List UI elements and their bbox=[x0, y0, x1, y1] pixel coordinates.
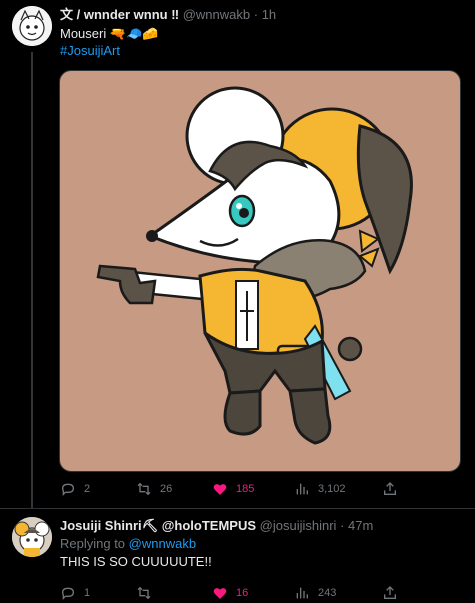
tweet-actions-bar: 2 26 185 3,102 bbox=[60, 480, 405, 498]
views-button[interactable]: 243 bbox=[294, 584, 336, 602]
display-name[interactable]: 文 / wnnder wnnu ‼ bbox=[60, 7, 179, 22]
reply-context: Replying to @wnnwakb bbox=[60, 535, 196, 552]
reply-button[interactable]: 2 bbox=[60, 480, 90, 498]
user-handle[interactable]: @josuijishinri bbox=[260, 518, 337, 533]
views-icon bbox=[296, 483, 308, 495]
display-name[interactable]: Josuiji Shinri⛏ @holoTEMPUS bbox=[60, 518, 256, 533]
replying-to-handle[interactable]: @wnnwakb bbox=[129, 536, 196, 551]
heart-icon bbox=[213, 484, 227, 495]
retweet-icon bbox=[137, 482, 151, 496]
tweet-main[interactable]: 文 / wnnder wnnu ‼ @wnnwakb · 1h Mouseri … bbox=[0, 0, 475, 508]
like-count: 185 bbox=[236, 483, 255, 495]
user-avatar[interactable] bbox=[12, 6, 52, 46]
heart-icon bbox=[213, 588, 227, 599]
tweet-text: Mouseri 🔫🧢🧀 bbox=[60, 26, 159, 41]
reply-count: 1 bbox=[84, 587, 91, 599]
tweet-text: THIS IS SO CUUUUUTE!! bbox=[60, 554, 212, 569]
views-button[interactable]: 3,102 bbox=[294, 480, 346, 498]
retweet-icon bbox=[137, 586, 151, 600]
separator-dot: · bbox=[253, 7, 259, 22]
separator-dot: · bbox=[340, 518, 345, 533]
thread-connector-line bbox=[31, 52, 33, 508]
like-button[interactable]: 185 bbox=[212, 480, 254, 498]
tweet-timestamp[interactable]: 47m bbox=[348, 518, 373, 533]
reply-icon bbox=[61, 587, 75, 600]
share-button[interactable] bbox=[382, 480, 398, 498]
tweet-timestamp[interactable]: 1h bbox=[262, 7, 276, 22]
tweet-header: Josuiji Shinri⛏ @holoTEMPUS @josuijishin… bbox=[60, 517, 373, 535]
user-avatar[interactable] bbox=[12, 517, 52, 557]
replying-to-label: Replying to bbox=[60, 536, 126, 551]
tweet-actions-bar: 1 16 243 bbox=[60, 584, 405, 602]
retweet-button[interactable] bbox=[136, 584, 160, 602]
retweet-button[interactable]: 26 bbox=[136, 480, 172, 498]
reply-count: 2 bbox=[84, 483, 91, 495]
views-icon bbox=[296, 587, 308, 599]
retweet-count: 26 bbox=[160, 483, 173, 495]
reply-button[interactable]: 1 bbox=[60, 584, 90, 602]
like-count: 16 bbox=[236, 587, 249, 599]
like-button[interactable]: 16 bbox=[212, 584, 248, 602]
views-count: 3,102 bbox=[318, 483, 346, 495]
share-icon bbox=[384, 586, 396, 599]
mouse-character-illustration bbox=[96, 86, 413, 445]
hashtag-link[interactable]: #JosuijiArt bbox=[60, 42, 120, 59]
tweet-image[interactable] bbox=[59, 70, 461, 472]
views-count: 243 bbox=[318, 587, 337, 599]
user-handle[interactable]: @wnnwakb bbox=[183, 7, 250, 22]
tweet-header: 文 / wnnder wnnu ‼ @wnnwakb · 1h bbox=[60, 6, 276, 24]
share-icon bbox=[384, 482, 396, 495]
tweet-reply[interactable]: Josuiji Shinri⛏ @holoTEMPUS @josuijishin… bbox=[0, 508, 475, 603]
share-button[interactable] bbox=[382, 584, 398, 602]
reply-icon bbox=[61, 483, 75, 496]
